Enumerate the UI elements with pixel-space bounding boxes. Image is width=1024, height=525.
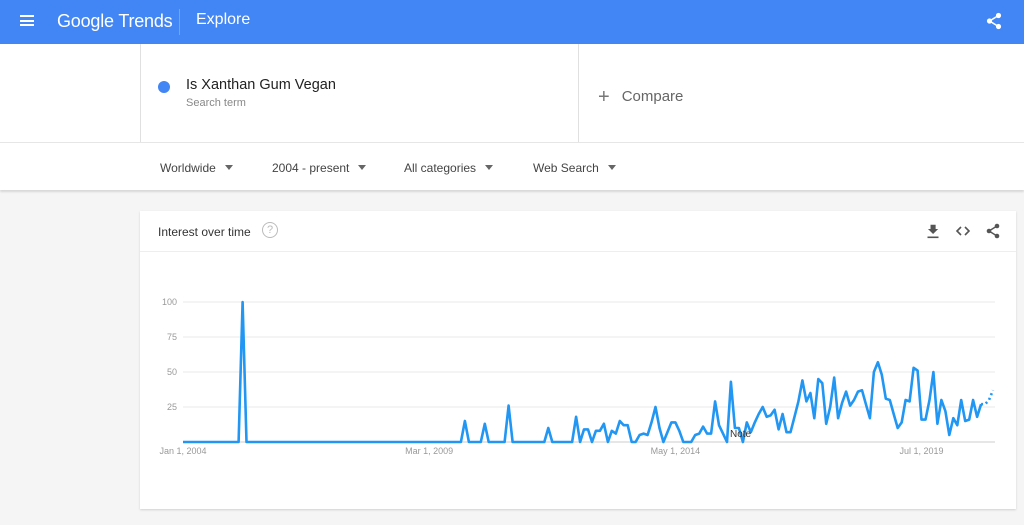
series-partial-line — [981, 389, 995, 406]
logo-trends: Trends — [118, 11, 173, 31]
y-tick-label: 50 — [167, 367, 177, 377]
caret-down-icon — [607, 165, 616, 170]
x-tick-label: May 1, 2014 — [651, 446, 701, 456]
embed-icon[interactable] — [955, 223, 971, 239]
page-title: Explore — [196, 11, 251, 28]
y-tick-label: 75 — [167, 332, 177, 342]
interest-chart[interactable]: 25 50 75 100 Jan 1, 2004 Mar 1, 2009 May 1, 2… — [140, 252, 1016, 509]
filter-location[interactable]: Worldwide — [160, 161, 233, 175]
x-tick-label: Jan 1, 2004 — [159, 446, 206, 456]
logo-google: Google — [57, 11, 114, 31]
search-term-type: Search term — [186, 97, 246, 109]
filter-label: Worldwide — [160, 161, 216, 175]
term-color-dot — [158, 81, 170, 93]
y-tick-label: 25 — [167, 402, 177, 412]
compare-button[interactable]: + Compare — [598, 86, 683, 109]
caret-down-icon — [358, 165, 367, 170]
filter-time-range[interactable]: 2004 - present — [272, 161, 367, 175]
top-app-bar: Google Trends Explore — [0, 0, 1024, 44]
filter-search-type[interactable]: Web Search — [533, 161, 616, 175]
note-annotation[interactable]: Note — [730, 429, 752, 440]
filter-label: Web Search — [533, 161, 599, 175]
download-icon[interactable] — [925, 223, 941, 239]
header-divider — [179, 9, 180, 35]
share-icon[interactable] — [985, 12, 1003, 30]
filter-label: All categories — [404, 161, 477, 175]
search-term-card[interactable]: Is Xanthan Gum Vegan Search term — [140, 44, 579, 142]
interest-over-time-card: Interest over time ? 25 50 75 100 Jan 1, 20… — [140, 211, 1016, 509]
help-icon[interactable]: ? — [262, 222, 278, 238]
compare-label: Compare — [621, 88, 684, 105]
caret-down-icon — [485, 165, 494, 170]
filter-bar: Worldwide 2004 - present All categories … — [0, 142, 1024, 190]
caret-down-icon — [224, 165, 233, 170]
x-tick-label: Jul 1, 2019 — [900, 446, 944, 456]
hamburger-menu-icon[interactable] — [20, 15, 34, 26]
search-term-name[interactable]: Is Xanthan Gum Vegan — [186, 77, 336, 93]
search-terms-bar: Is Xanthan Gum Vegan Search term + Compar… — [0, 44, 1024, 142]
filter-label: 2004 - present — [272, 161, 350, 175]
share-icon[interactable] — [985, 223, 1001, 239]
plus-icon: + — [598, 86, 610, 108]
y-tick-label: 100 — [162, 297, 177, 307]
x-tick-label: Mar 1, 2009 — [405, 446, 453, 456]
filter-category[interactable]: All categories — [404, 161, 494, 175]
card-header: Interest over time ? — [140, 211, 1016, 252]
card-title: Interest over time — [158, 225, 251, 239]
google-trends-logo[interactable]: Google Trends — [57, 11, 173, 32]
